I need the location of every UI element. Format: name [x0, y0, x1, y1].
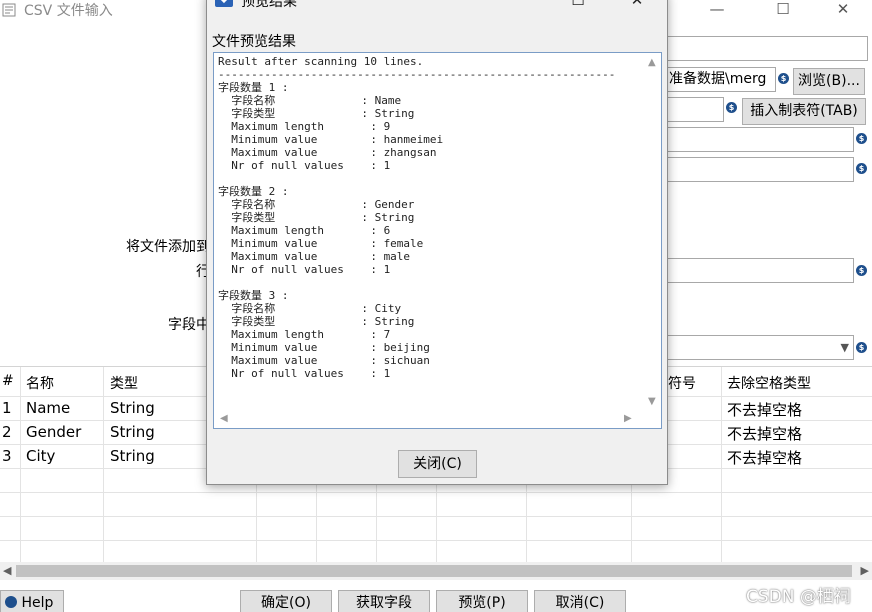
variable-icon[interactable]: $: [726, 102, 737, 113]
variable-icon[interactable]: $: [856, 163, 867, 174]
scroll-down-icon[interactable]: ▼: [648, 396, 656, 407]
help-icon: [5, 596, 17, 608]
maximize-button[interactable]: ☐: [760, 0, 806, 20]
get-fields-button[interactable]: 获取字段: [338, 590, 430, 612]
row-field[interactable]: [664, 258, 854, 283]
preview-button[interactable]: 预览(P): [436, 590, 528, 612]
scroll-right-icon[interactable]: ▶: [861, 564, 869, 577]
close-window-button[interactable]: ✕: [820, 0, 866, 20]
column-header-trim[interactable]: 去除空格类型: [727, 373, 811, 393]
filename-field[interactable]: [664, 36, 868, 61]
scrollbar-thumb[interactable]: [16, 565, 852, 577]
field-name-cell[interactable]: Name: [26, 399, 70, 417]
dialog-close-x-button[interactable]: ✕: [622, 0, 652, 9]
column-header-num[interactable]: #: [2, 373, 14, 389]
help-label: Help: [21, 595, 54, 611]
ok-button[interactable]: 确定(O): [240, 590, 332, 612]
field-name-cell[interactable]: Gender: [26, 423, 81, 441]
row-number: 1: [2, 399, 12, 417]
chevron-down-icon: ▼: [840, 341, 849, 354]
encoding-select[interactable]: ▼: [664, 335, 854, 360]
dialog-maximize-button[interactable]: ☐: [563, 0, 593, 9]
field-label: 字段中: [168, 317, 210, 333]
delimiter-field[interactable]: [664, 97, 724, 122]
row-number: 2: [2, 423, 12, 441]
column-header-type[interactable]: 类型: [110, 373, 138, 393]
preview-text-area[interactable]: Result after scanning 10 lines. --------…: [213, 52, 662, 429]
field-name-cell[interactable]: City: [26, 447, 55, 465]
watermark: CSDN @栖祠: [746, 587, 851, 607]
field-type-cell[interactable]: String: [110, 447, 155, 465]
enclosure-field[interactable]: [664, 127, 854, 152]
cancel-button[interactable]: 取消(C): [534, 590, 626, 612]
insert-tab-button[interactable]: 插入制表符(TAB): [742, 98, 866, 125]
minimize-button[interactable]: —: [694, 0, 740, 20]
scroll-left-icon[interactable]: ◀: [220, 413, 228, 424]
table-horizontal-scrollbar[interactable]: ◀ ▶: [0, 562, 872, 580]
dialog-title: 预览结果: [241, 0, 297, 10]
field-trim-cell[interactable]: 不去掉空格: [727, 423, 802, 444]
preview-horizontal-scrollbar[interactable]: ◀ ▶: [214, 410, 661, 428]
scroll-right-icon[interactable]: ▶: [624, 413, 632, 424]
field-trim-cell[interactable]: 不去掉空格: [727, 447, 802, 468]
variable-icon[interactable]: $: [856, 342, 867, 353]
field-trim-cell[interactable]: 不去掉空格: [727, 399, 802, 420]
path-field[interactable]: 准备数据\merg: [664, 67, 776, 92]
column-header-name[interactable]: 名称: [26, 373, 54, 393]
scroll-left-icon[interactable]: ◀: [3, 564, 11, 577]
variable-icon[interactable]: $: [856, 265, 867, 276]
row-number: 3: [2, 447, 12, 465]
dialog-app-icon: ◆: [215, 0, 233, 7]
preview-content: Result after scanning 10 lines. --------…: [218, 55, 616, 380]
app-icon: [2, 3, 16, 17]
add-filename-label: 将文件添加到: [126, 239, 210, 255]
column-header-symbol[interactable]: 符号: [668, 373, 696, 393]
variable-icon[interactable]: $: [778, 73, 789, 84]
browse-button[interactable]: 浏览(B)...: [793, 68, 865, 95]
preview-vertical-scrollbar[interactable]: ▲ ▼: [644, 53, 661, 411]
preview-dialog: ◆ 预览结果 ☐ ✕ 文件预览结果 Result after scanning …: [206, 0, 668, 485]
field-type-cell[interactable]: String: [110, 423, 155, 441]
window-title: CSV 文件输入: [24, 3, 113, 19]
escape-field[interactable]: [664, 157, 854, 182]
help-button[interactable]: Help: [0, 590, 64, 612]
dialog-close-button[interactable]: 关闭(C): [398, 450, 477, 478]
field-type-cell[interactable]: String: [110, 399, 155, 417]
dialog-subtitle: 文件预览结果: [212, 34, 296, 50]
variable-icon[interactable]: $: [856, 133, 867, 144]
scroll-up-icon[interactable]: ▲: [648, 57, 656, 68]
